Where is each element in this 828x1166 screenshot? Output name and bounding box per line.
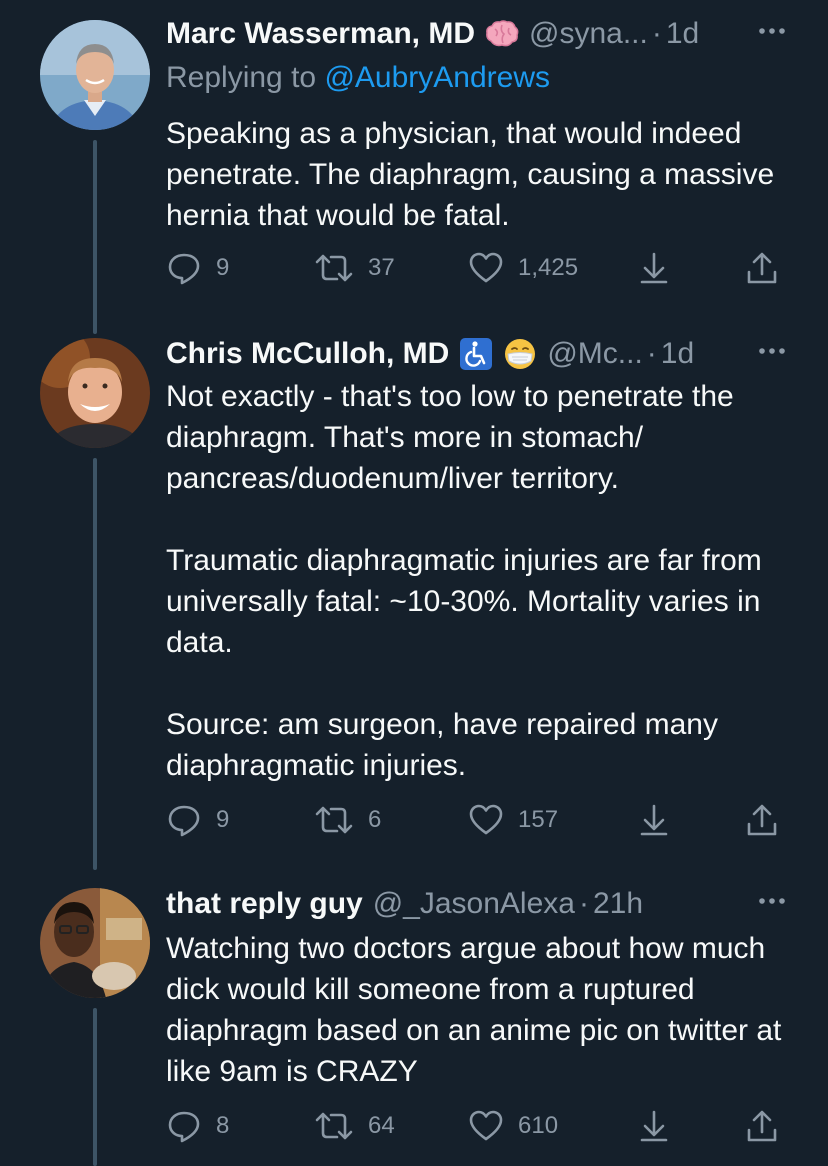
- avatar-chris-mcculloh[interactable]: [40, 338, 150, 448]
- bookmark-icon: [640, 1110, 668, 1142]
- timestamp[interactable]: 1d: [666, 17, 699, 51]
- display-name[interactable]: Marc Wasserman, MD: [166, 17, 475, 51]
- tweet-header: Marc Wasserman, MD @syna... · 1d: [166, 14, 788, 54]
- tweet-that-reply-guy[interactable]: that reply guy @_JasonAlexa · 21h Watchi…: [0, 870, 828, 1166]
- more-icon[interactable]: [756, 16, 788, 46]
- action-bar: 8 64 610: [166, 1108, 786, 1144]
- retweet-count: 37: [368, 254, 395, 281]
- tweet-marc-wasserman[interactable]: Marc Wasserman, MD @syna... · 1d Replyin…: [0, 0, 828, 330]
- like-icon: [469, 1110, 503, 1141]
- retweet-icon: [315, 254, 353, 282]
- user-handle[interactable]: @Mc...: [547, 337, 642, 371]
- timestamp[interactable]: 21h: [593, 887, 643, 921]
- bookmark-icon: [640, 252, 668, 284]
- tweet-header: that reply guy @_JasonAlexa · 21h: [166, 884, 788, 924]
- separator-dot: ·: [578, 887, 589, 920]
- retweet-count: 64: [368, 1112, 395, 1139]
- separator-dot: ·: [651, 17, 662, 50]
- share-icon: [747, 1110, 777, 1142]
- replying-to-link[interactable]: @AubryAndrews: [324, 61, 550, 94]
- retweet-button[interactable]: 6: [314, 802, 381, 838]
- reply-button[interactable]: 9: [166, 802, 229, 838]
- more-icon[interactable]: [756, 336, 788, 366]
- avatar-marc-wasserman[interactable]: [40, 20, 150, 130]
- like-button[interactable]: 1,425: [468, 250, 578, 286]
- thread-connector: [93, 1008, 97, 1166]
- bookmark-button[interactable]: [636, 250, 672, 286]
- action-bar: 9 6 157: [166, 802, 786, 838]
- reply-count: 9: [216, 806, 230, 833]
- thread-connector: [93, 326, 97, 334]
- reply-icon: [168, 253, 200, 285]
- tweet-header: Chris McCulloh, MD @Mc... · 1d: [166, 334, 788, 374]
- like-count: 1,425: [518, 254, 579, 281]
- tweet-paragraph: Watching two doctors argue about how muc…: [166, 932, 782, 1088]
- display-name[interactable]: Chris McCulloh, MD: [166, 337, 449, 371]
- action-bar: 9 37 1,425: [166, 250, 786, 286]
- display-name[interactable]: that reply guy: [166, 887, 363, 921]
- retweet-button[interactable]: 37: [314, 250, 395, 286]
- separator-dot: ·: [646, 337, 657, 370]
- bookmark-icon: [640, 804, 668, 836]
- thread-connector: [93, 140, 97, 330]
- like-count: 157: [518, 806, 559, 833]
- reply-icon: [168, 805, 200, 837]
- avatar-that-reply-guy[interactable]: [40, 888, 150, 998]
- share-button[interactable]: [744, 1108, 780, 1144]
- reply-button[interactable]: 8: [166, 1108, 229, 1144]
- reply-count: 8: [216, 1112, 230, 1139]
- thread-connector: [93, 458, 97, 870]
- retweet-count: 6: [368, 806, 382, 833]
- tweet-paragraph: Not exactly - that's too low to penetrat…: [166, 380, 734, 495]
- bookmark-button[interactable]: [636, 802, 672, 838]
- retweet-button[interactable]: 64: [314, 1108, 395, 1144]
- like-count: 610: [518, 1112, 559, 1139]
- share-button[interactable]: [744, 802, 780, 838]
- user-handle[interactable]: @_JasonAlexa: [373, 887, 575, 921]
- retweet-icon: [315, 806, 353, 834]
- tweet-text: Speaking as a physician, that would inde…: [166, 113, 796, 236]
- replying-prefix: Replying to: [166, 61, 325, 94]
- share-icon: [747, 804, 777, 836]
- reply-button[interactable]: 9: [166, 250, 229, 286]
- like-button[interactable]: 157: [468, 802, 558, 838]
- replying-to-line: Replying to @AubryAndrews: [166, 61, 550, 95]
- more-icon[interactable]: [756, 886, 788, 916]
- like-button[interactable]: 610: [468, 1108, 558, 1144]
- reply-count: 9: [216, 254, 230, 281]
- tweet-paragraph: Speaking as a physician, that would inde…: [166, 117, 775, 232]
- timestamp[interactable]: 1d: [661, 337, 694, 371]
- wheelchair-symbol-icon: [459, 337, 493, 371]
- retweet-icon: [315, 1112, 353, 1140]
- tweet-paragraph: Source: am surgeon, have repaired many d…: [166, 708, 718, 782]
- share-button[interactable]: [744, 250, 780, 286]
- brain-emoji-icon: [485, 19, 519, 49]
- like-icon: [469, 804, 503, 835]
- reply-icon: [168, 1111, 200, 1143]
- user-handle[interactable]: @syna...: [529, 17, 648, 51]
- tweet-paragraph: Traumatic diaphragmatic injuries are far…: [166, 544, 762, 659]
- like-icon: [469, 252, 503, 283]
- tweet-text: Not exactly - that's too low to penetrat…: [166, 376, 796, 786]
- share-icon: [747, 252, 777, 284]
- medical-mask-face-icon: [503, 337, 537, 371]
- tweet-thread: Marc Wasserman, MD @syna... · 1d Replyin…: [0, 0, 828, 1166]
- tweet-text: Watching two doctors argue about how muc…: [166, 928, 796, 1092]
- bookmark-button[interactable]: [636, 1108, 672, 1144]
- tweet-chris-mcculloh[interactable]: Chris McCulloh, MD @Mc... · 1d Not exact…: [0, 326, 828, 870]
